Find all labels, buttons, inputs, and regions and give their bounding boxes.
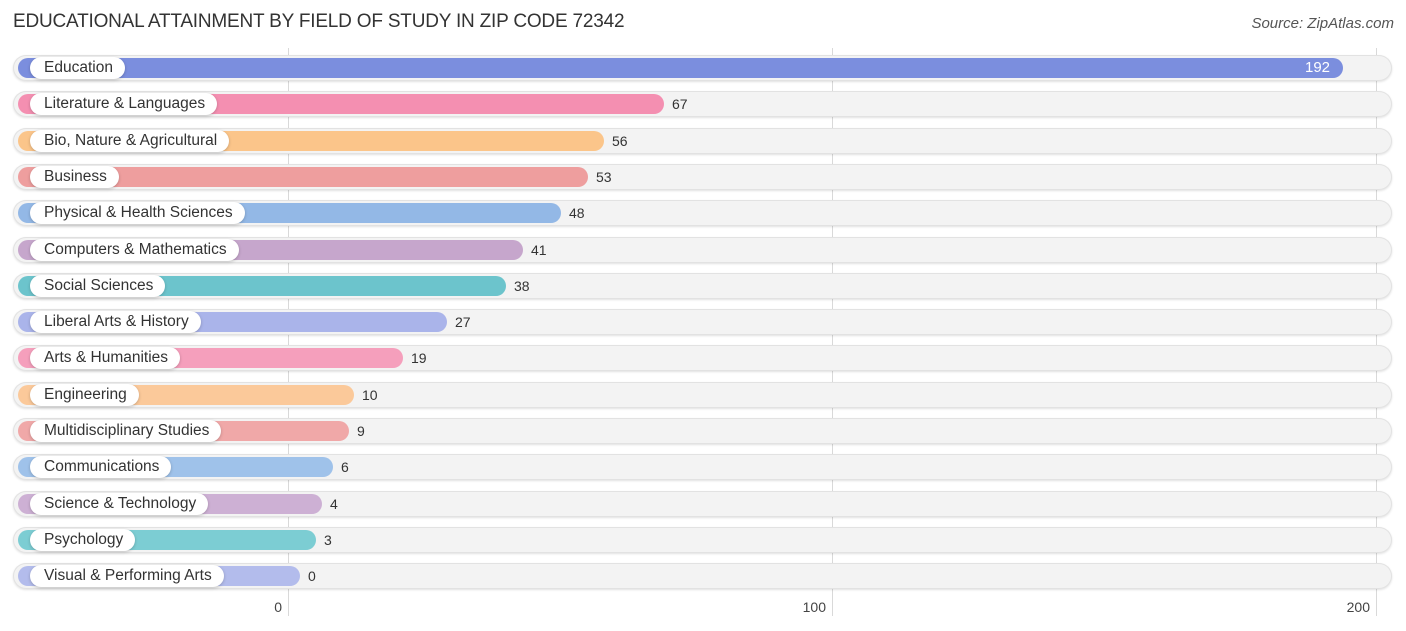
category-label: Social Sciences <box>30 275 166 297</box>
value-label: 41 <box>531 242 547 258</box>
x-tick-label: 200 <box>1346 599 1370 615</box>
value-label: 19 <box>411 350 427 366</box>
value-label: 0 <box>308 568 316 584</box>
category-label: Engineering <box>30 384 139 406</box>
category-label: Literature & Languages <box>30 93 218 115</box>
category-label: Liberal Arts & History <box>30 311 201 333</box>
category-label: Arts & Humanities <box>30 347 181 369</box>
category-label: Psychology <box>30 529 136 551</box>
value-label: 192 <box>1305 59 1331 76</box>
value-label: 56 <box>612 133 628 149</box>
value-label: 6 <box>341 459 349 475</box>
value-label: 67 <box>672 96 688 112</box>
category-label: Business <box>30 166 119 188</box>
value-label: 10 <box>362 387 378 403</box>
category-label: Communications <box>30 456 172 478</box>
value-label: 53 <box>596 169 612 185</box>
value-label: 3 <box>324 532 332 548</box>
category-label: Physical & Health Sciences <box>30 202 245 224</box>
bar-chart: Education 192 Literature & Languages 67 Bio,… <box>0 0 1406 631</box>
category-label: Visual & Performing Arts <box>30 565 224 587</box>
bar[interactable] <box>18 58 1343 78</box>
value-label: 4 <box>330 496 338 512</box>
value-label: 38 <box>514 278 530 294</box>
category-label: Bio, Nature & Agricultural <box>30 130 230 152</box>
x-tick-label: 0 <box>274 599 282 615</box>
value-label: 9 <box>357 423 365 439</box>
value-label: 27 <box>455 314 471 330</box>
x-tick-label: 100 <box>802 599 826 615</box>
category-label: Multidisciplinary Studies <box>30 420 222 442</box>
category-label: Science & Technology <box>30 493 209 515</box>
value-label: 48 <box>569 205 585 221</box>
category-label: Education <box>30 57 125 79</box>
category-label: Computers & Mathematics <box>30 239 239 261</box>
